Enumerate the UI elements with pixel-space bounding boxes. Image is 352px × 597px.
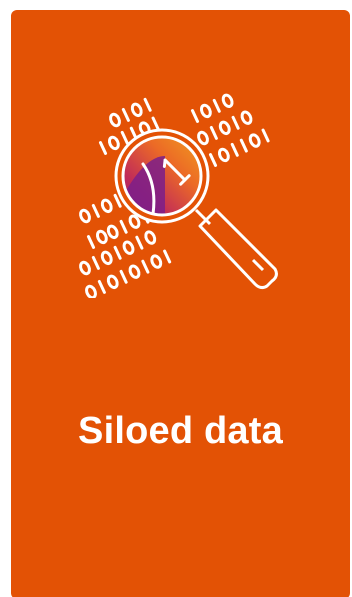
card-title: Siloed data [78, 410, 283, 452]
magnifier-handle [194, 208, 278, 290]
binary-magnifier-icon [79, 93, 278, 298]
siloed-data-card: Siloed data [11, 10, 350, 597]
